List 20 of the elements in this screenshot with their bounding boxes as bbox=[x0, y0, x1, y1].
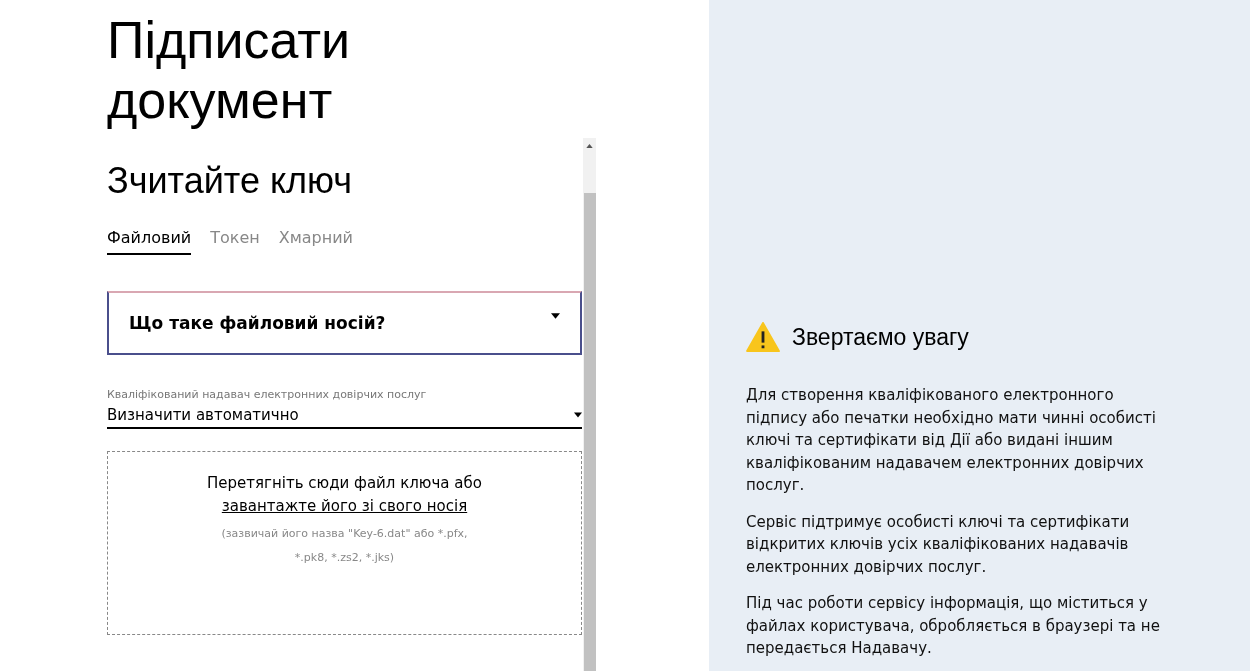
caret-icon bbox=[551, 313, 560, 319]
tab[interactable]: Файловий bbox=[107, 228, 192, 255]
faq-accordion[interactable]: Що таке файловий носій? bbox=[107, 291, 582, 355]
file-drop-zone[interactable]: Перетягніть сюди файл ключа або завантажте його зі свого носія (зазвичай його назва "Key-6.dat" або *.pfx, *.pk8, *.zs2, *.jks) bbox=[107, 451, 582, 635]
page-title: Підписати документ bbox=[107, 10, 352, 130]
drop-instruction: Перетягніть сюди файл ключа або завантажте його зі свого носія bbox=[206, 473, 483, 517]
upload-link[interactable]: завантажте його зі свого носія bbox=[221, 497, 468, 515]
provider-select[interactable]: Визначити автоматично bbox=[107, 401, 582, 429]
scroll-up-icon[interactable] bbox=[586, 144, 593, 148]
tab[interactable]: Хмарний bbox=[278, 228, 353, 255]
tab[interactable]: Токен bbox=[210, 228, 260, 255]
notice-paragraph: Під час роботи сервісу інформація, що міститься у файлах користувача, обробляється в браузері та не передається Надавачу. bbox=[746, 593, 1161, 659]
caret-icon bbox=[574, 412, 582, 418]
field-label: Кваліфікований надавач електронних довірчих послуг bbox=[107, 388, 428, 401]
warning-icon bbox=[746, 322, 780, 352]
notice-paragraph: Для створення кваліфікованого електронного підпису або печатки необхідно мати чинні особисті ключі та сертифікати від Дії або видані іншим кваліфікованим надавачем електронних довірчих послуг. bbox=[746, 385, 1157, 496]
file-format-hint: (зазвичай його назва "Key-6.dat" або *.pfx, *.pk8, *.zs2, *.jks) bbox=[220, 526, 469, 566]
section-title: Зчитайте ключ bbox=[107, 160, 354, 202]
notice-title: Звертаємо увагу bbox=[792, 323, 969, 351]
notice-paragraph: Сервіс підтримує особисті ключі та сертифікати відкритих ключів усіх кваліфікованих надавачів електронних довірчих послуг. bbox=[746, 511, 1131, 578]
